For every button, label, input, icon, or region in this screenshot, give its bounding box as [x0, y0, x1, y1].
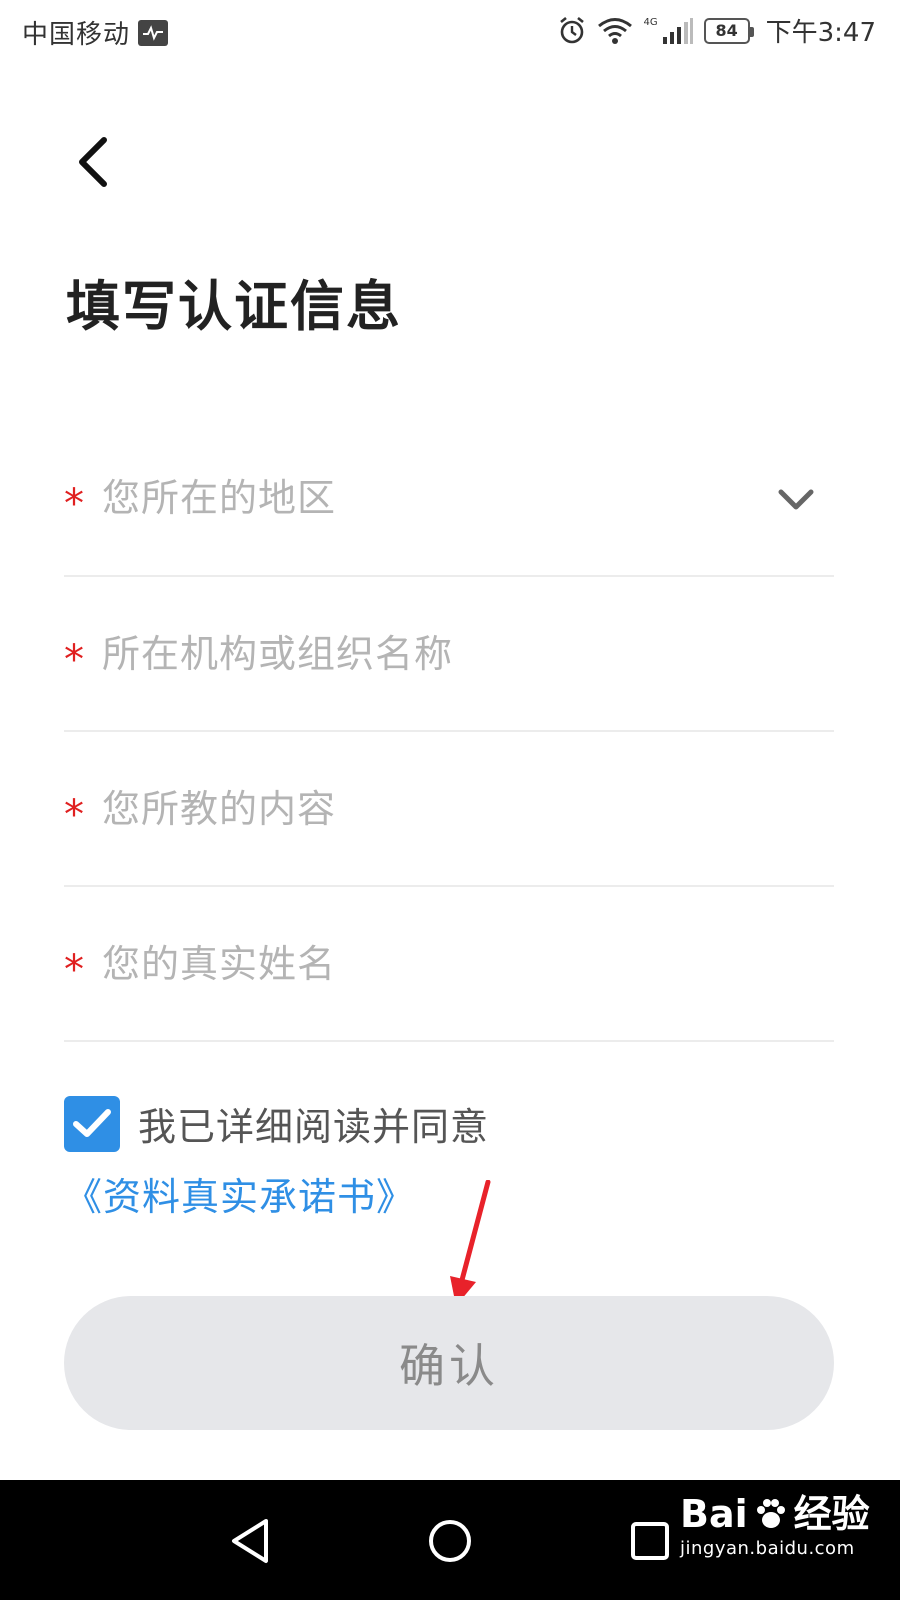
- status-bar: 中国移动 4G 84 下午3:47: [0, 0, 900, 64]
- triangle-back-icon: [232, 1519, 268, 1563]
- agreement-checkbox[interactable]: [64, 1096, 120, 1152]
- required-mark: *: [64, 636, 84, 683]
- signal-icon: [662, 17, 694, 45]
- chevron-left-icon: [79, 137, 107, 187]
- real-name-input[interactable]: [102, 941, 702, 986]
- required-mark: *: [64, 791, 84, 838]
- real-name-field-row: *: [64, 887, 834, 1042]
- teaching-content-field-row: *: [64, 732, 834, 887]
- wifi-icon: [597, 17, 633, 45]
- watermark-brand-suffix: 经验: [793, 1492, 870, 1536]
- organization-field-row: *: [64, 577, 834, 732]
- annotation-arrow-icon: [450, 1180, 491, 1306]
- nav-home-button[interactable]: [415, 1506, 485, 1576]
- agreement-text: 我已详细阅读并同意: [138, 1105, 490, 1149]
- chevron-down-icon[interactable]: [776, 480, 816, 520]
- status-right: 4G 84 下午3:47: [557, 12, 876, 49]
- paw-icon: [756, 1499, 785, 1528]
- page-title: 填写认证信息: [66, 275, 402, 338]
- carrier-label: 中国移动: [22, 20, 131, 50]
- network-type-label: 4G: [643, 17, 658, 28]
- organization-input[interactable]: [102, 631, 702, 676]
- confirm-button[interactable]: 确认: [64, 1296, 834, 1430]
- watermark-url: jingyan.baidu.com: [680, 1538, 855, 1559]
- circle-home-icon: [429, 1520, 471, 1562]
- verification-form: * * * *: [64, 420, 834, 1042]
- watermark-brand-text: Bai: [680, 1492, 748, 1536]
- region-select[interactable]: [102, 475, 702, 520]
- clock: 下午3:47: [765, 18, 876, 48]
- baidu-jingyan-watermark: Bai 经验 jingyan.baidu.com: [680, 1490, 890, 1590]
- required-mark: *: [64, 946, 84, 993]
- nav-back-button[interactable]: [215, 1506, 285, 1576]
- activity-icon: [138, 19, 169, 46]
- teaching-content-input[interactable]: [102, 786, 702, 831]
- agreement-link[interactable]: 《资料真实承诺书》: [64, 1175, 415, 1219]
- battery-icon: 84: [703, 17, 754, 44]
- square-recent-icon: [631, 1522, 669, 1560]
- watermark-brand: Bai 经验: [680, 1490, 890, 1538]
- alarm-icon: [557, 16, 587, 46]
- back-button[interactable]: [66, 134, 118, 190]
- battery-level: 84: [715, 21, 738, 40]
- status-left: 中国移动: [22, 14, 169, 51]
- checkmark-icon: [73, 1109, 111, 1137]
- nav-recent-button[interactable]: [615, 1506, 685, 1576]
- region-field-row[interactable]: *: [64, 420, 834, 577]
- required-mark: *: [64, 480, 84, 527]
